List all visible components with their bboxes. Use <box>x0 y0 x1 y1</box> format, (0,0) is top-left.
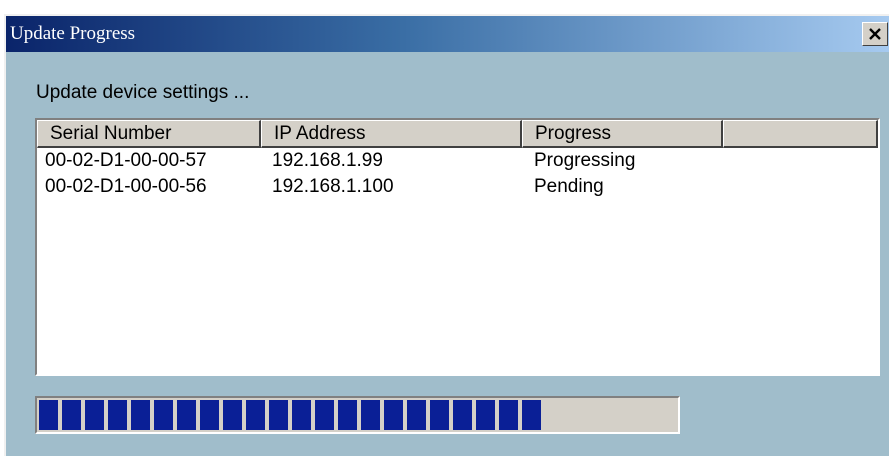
column-header-serial-number[interactable]: Serial Number <box>37 120 261 148</box>
table-row[interactable]: 00-02-D1-00-00-56 192.168.1.100 Pending <box>37 174 878 200</box>
update-progress-bar <box>35 396 680 434</box>
progress-status-cell: Pending <box>534 176 604 197</box>
serial-number-cell: 00-02-D1-00-00-56 <box>45 176 207 197</box>
column-header-ip-address[interactable]: IP Address <box>261 120 522 148</box>
window-title: Update Progress <box>10 23 136 44</box>
progress-block <box>499 400 518 430</box>
progress-block <box>338 400 357 430</box>
progress-block <box>361 400 380 430</box>
close-button[interactable] <box>862 22 888 46</box>
progress-block <box>522 400 541 430</box>
ip-address-cell: 192.168.1.100 <box>272 176 394 197</box>
progress-block <box>154 400 173 430</box>
progress-block <box>407 400 426 430</box>
column-header-empty[interactable] <box>723 120 878 148</box>
table-row[interactable]: 00-02-D1-00-00-57 192.168.1.99 Progressi… <box>37 148 878 174</box>
update-progress-dialog: Update Progress Update device settings .… <box>4 14 889 456</box>
progress-block <box>292 400 311 430</box>
progress-block <box>384 400 403 430</box>
progress-block <box>476 400 495 430</box>
progress-block <box>315 400 334 430</box>
progress-block <box>200 400 219 430</box>
column-header-progress[interactable]: Progress <box>522 120 723 148</box>
progress-block <box>131 400 150 430</box>
title-bar[interactable]: Update Progress <box>6 16 889 52</box>
progress-block <box>62 400 81 430</box>
progress-block <box>108 400 127 430</box>
progress-block <box>177 400 196 430</box>
progress-block <box>223 400 242 430</box>
progress-block <box>269 400 288 430</box>
progress-block <box>453 400 472 430</box>
list-header: Serial Number IP Address Progress <box>37 120 878 148</box>
progress-bar-fill <box>39 400 541 430</box>
progress-block <box>246 400 265 430</box>
progress-block <box>85 400 104 430</box>
serial-number-cell: 00-02-D1-00-00-57 <box>45 150 207 171</box>
device-list[interactable]: Serial Number IP Address Progress 00-02-… <box>35 118 880 376</box>
progress-status-cell: Progressing <box>534 150 636 171</box>
progress-block <box>430 400 449 430</box>
close-x-icon <box>869 28 881 40</box>
status-message: Update device settings ... <box>36 82 250 103</box>
progress-block <box>39 400 58 430</box>
ip-address-cell: 192.168.1.99 <box>272 150 383 171</box>
